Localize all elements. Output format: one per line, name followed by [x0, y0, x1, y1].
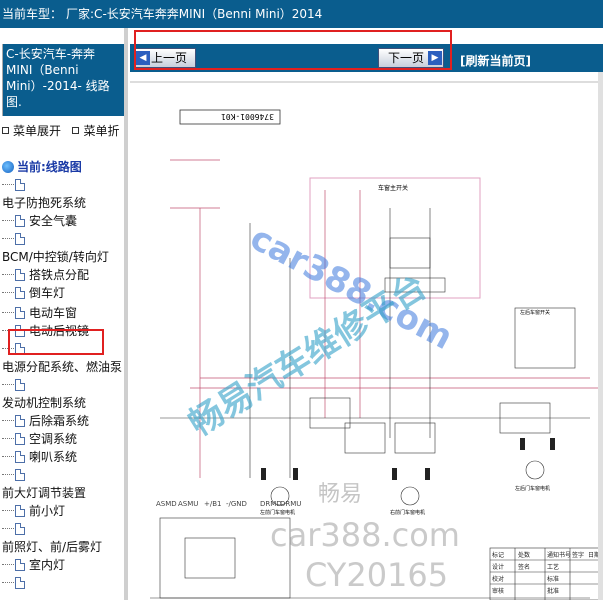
document-icon	[15, 523, 25, 535]
refresh-link[interactable]: [刷新当前页]	[460, 52, 531, 69]
document-icon	[15, 287, 25, 299]
document-icon	[15, 307, 25, 319]
tree-item-ac[interactable]: 空调系统	[2, 430, 77, 448]
table-label: 批准	[547, 587, 559, 595]
tree-item-defrost[interactable]: 后除霜系统	[2, 412, 89, 430]
square-icon	[2, 127, 9, 134]
wiring-diagram: 3746001-K01 车窗主开关 左后车窗开关 左前门车窗电机 右前门车窗电机…	[130, 81, 603, 600]
document-icon	[15, 215, 25, 227]
connector-label: -/GND	[226, 500, 247, 508]
right-switch-label: 左后车窗开关	[520, 309, 550, 316]
tree-item[interactable]	[2, 466, 29, 484]
table-label: 标记	[492, 551, 504, 559]
connector-label: +/B1	[204, 500, 221, 508]
table-label: 通知书号	[547, 551, 571, 559]
document-icon	[15, 505, 25, 517]
part-number: 3746001-K01	[221, 112, 274, 121]
globe-icon	[2, 161, 14, 173]
table-label: 签名	[518, 563, 530, 571]
motor-label-left: 左前门车窗电机	[260, 509, 295, 516]
connector-label: ASMU	[178, 500, 198, 508]
tree-item-interior-lamp[interactable]: 室内灯	[2, 556, 65, 574]
tree-folder-bcm[interactable]: BCM/中控锁/转向灯	[2, 248, 109, 266]
document-icon	[15, 451, 25, 463]
tree-item-power-window[interactable]: 电动车窗	[2, 304, 77, 322]
car-title: C-长安汽车-奔奔MINI（Benni Mini）-2014- 线路图.	[2, 44, 124, 116]
sidebar-scrollbar[interactable]	[124, 28, 128, 600]
main-scrollbar[interactable]	[598, 72, 603, 600]
document-icon	[15, 179, 25, 191]
menu-row: 菜单展开 菜单折	[2, 122, 126, 139]
tree-item[interactable]	[2, 376, 29, 394]
document-icon	[15, 433, 25, 445]
table-label: 设计	[492, 563, 504, 571]
motor-label-mid: 右前门车窗电机	[390, 509, 425, 516]
connector-label: DRMD	[260, 500, 282, 508]
tree-item-ground[interactable]: 搭铁点分配	[2, 266, 89, 284]
tree-item[interactable]	[2, 520, 29, 538]
tree-folder-engine[interactable]: 发动机控制系统	[2, 394, 86, 412]
table-label: 签字	[572, 551, 584, 559]
tree-current[interactable]: 当前:线路图	[2, 158, 82, 176]
model-label: 当前车型：	[2, 7, 63, 21]
tree-item-airbag[interactable]: 安全气囊	[2, 212, 77, 230]
document-icon	[15, 577, 25, 589]
document-icon	[15, 559, 25, 571]
title-bar: 当前车型： 厂家:C-长安汽车奔奔MINI（Benni Mini）2014	[0, 0, 603, 28]
tree-folder-power[interactable]: 电源分配系统、燃油泵	[2, 358, 122, 376]
motor-label-right: 左后门车窗电机	[515, 485, 550, 492]
document-icon	[15, 379, 25, 391]
document-icon	[15, 469, 25, 481]
selection-highlight	[8, 329, 104, 355]
sidebar: C-长安汽车-奔奔MINI（Benni Mini）-2014- 线路图. 菜单展…	[0, 28, 128, 600]
manufacturer-text: 厂家:C-长安汽车奔奔MINI（Benni Mini）2014	[66, 7, 323, 21]
table-label: 审核	[492, 587, 504, 595]
document-icon	[15, 233, 25, 245]
document-icon	[15, 415, 25, 427]
tree-item-reverse-light[interactable]: 倒车灯	[2, 284, 65, 302]
menu-expand-button[interactable]: 菜单展开	[2, 124, 61, 138]
tree-folder-headlamp-adjust[interactable]: 前大灯调节装置	[2, 484, 86, 502]
document-icon	[15, 269, 25, 281]
tree-item-horn[interactable]: 喇叭系统	[2, 448, 77, 466]
table-label: 校对	[492, 575, 504, 583]
table-label: 标准	[547, 575, 559, 583]
menu-collapse-button[interactable]: 菜单折	[72, 124, 119, 138]
tree-folder-headlight[interactable]: 前照灯、前/后雾灯	[2, 538, 102, 556]
square-icon	[72, 127, 80, 134]
table-label: 工艺	[547, 563, 559, 571]
tree-folder-abs[interactable]: 电子防抱死系统	[2, 194, 86, 212]
connector-label: ASMD	[156, 500, 177, 508]
tree-item[interactable]	[2, 230, 29, 248]
table-label: 处数	[518, 551, 530, 559]
connector-label: DRMU	[280, 500, 301, 508]
tree-item[interactable]	[2, 574, 29, 592]
toolbar-highlight	[134, 30, 452, 70]
switch-title: 车窗主开关	[378, 184, 408, 192]
main-panel: ◀ 上一页 下一页 ▶ [刷新当前页] 3746001-K01 车窗主开关 左后…	[130, 28, 603, 600]
tree-item-front-lamp[interactable]: 前小灯	[2, 502, 65, 520]
tree-item[interactable]	[2, 176, 29, 194]
